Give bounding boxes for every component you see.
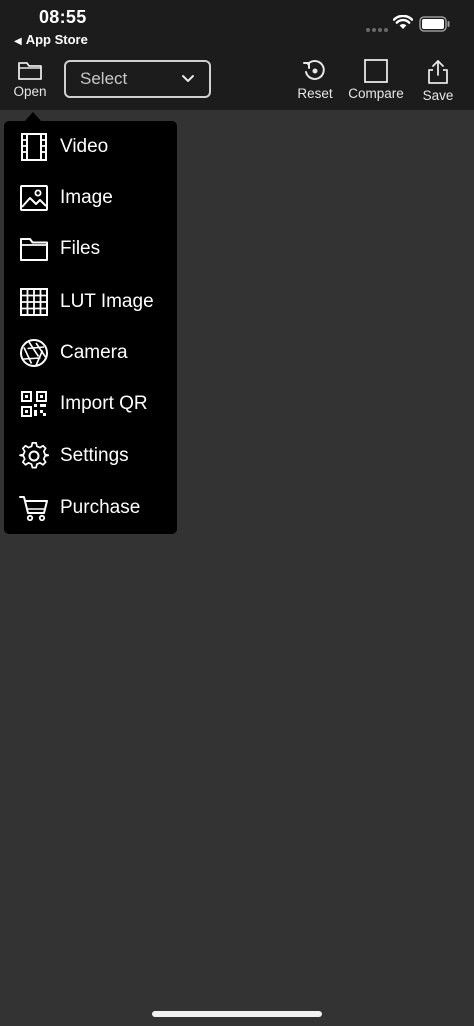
status-time: 08:55: [39, 7, 87, 27]
open-menu: Video Image Files LUT Image Camera Impor…: [4, 121, 177, 534]
compare-square-icon: [364, 59, 388, 83]
cellular-signal-icon: [366, 28, 388, 32]
menu-item-settings[interactable]: Settings: [4, 430, 177, 481]
film-icon: [18, 131, 50, 163]
menu-item-label: Settings: [60, 444, 129, 466]
menu-item-label: Video: [60, 135, 109, 157]
qr-code-icon: [18, 388, 50, 420]
reset-label: Reset: [297, 86, 333, 101]
chevron-down-icon: [182, 75, 194, 82]
menu-item-image[interactable]: Image: [4, 172, 177, 223]
image-icon: [18, 182, 50, 214]
reset-button[interactable]: Reset: [294, 50, 336, 110]
grid-icon: [18, 286, 50, 318]
open-label: Open: [13, 84, 47, 99]
reset-icon: [303, 59, 325, 80]
wifi-icon: [393, 15, 413, 29]
folder-icon: [18, 62, 42, 80]
compare-label: Compare: [348, 86, 404, 101]
menu-item-label: Purchase: [60, 496, 141, 518]
battery-icon: [419, 16, 450, 32]
menu-item-label: Camera: [60, 341, 128, 363]
back-triangle-icon: ◀: [14, 36, 22, 47]
menu-item-import-qr[interactable]: Import QR: [4, 378, 177, 429]
menu-item-label: LUT Image: [60, 290, 154, 312]
share-icon: [428, 60, 448, 84]
menu-item-label: Import QR: [60, 392, 148, 414]
aperture-icon: [18, 337, 50, 369]
save-label: Save: [422, 88, 454, 103]
select-dropdown[interactable]: Select: [64, 60, 211, 98]
back-app-label: App Store: [25, 32, 88, 47]
select-value: Select: [80, 69, 128, 88]
save-button[interactable]: Save: [418, 50, 458, 110]
back-to-app-store[interactable]: ◀ App Store: [14, 32, 88, 47]
menu-item-video[interactable]: Video: [4, 121, 177, 172]
home-indicator[interactable]: [152, 1011, 322, 1017]
cart-icon: [18, 492, 50, 524]
status-bar: 08:55 ◀ App Store: [0, 0, 474, 50]
folder-icon: [18, 233, 50, 265]
compare-button[interactable]: Compare: [345, 50, 407, 110]
gear-icon: [18, 440, 50, 472]
menu-item-camera[interactable]: Camera: [4, 327, 177, 378]
menu-item-purchase[interactable]: Purchase: [4, 482, 177, 533]
menu-item-label: Files: [60, 237, 101, 259]
menu-item-lut-image[interactable]: LUT Image: [4, 276, 177, 327]
open-button[interactable]: Open: [8, 50, 52, 110]
menu-item-label: Image: [60, 186, 113, 208]
menu-item-files[interactable]: Files: [4, 223, 177, 274]
